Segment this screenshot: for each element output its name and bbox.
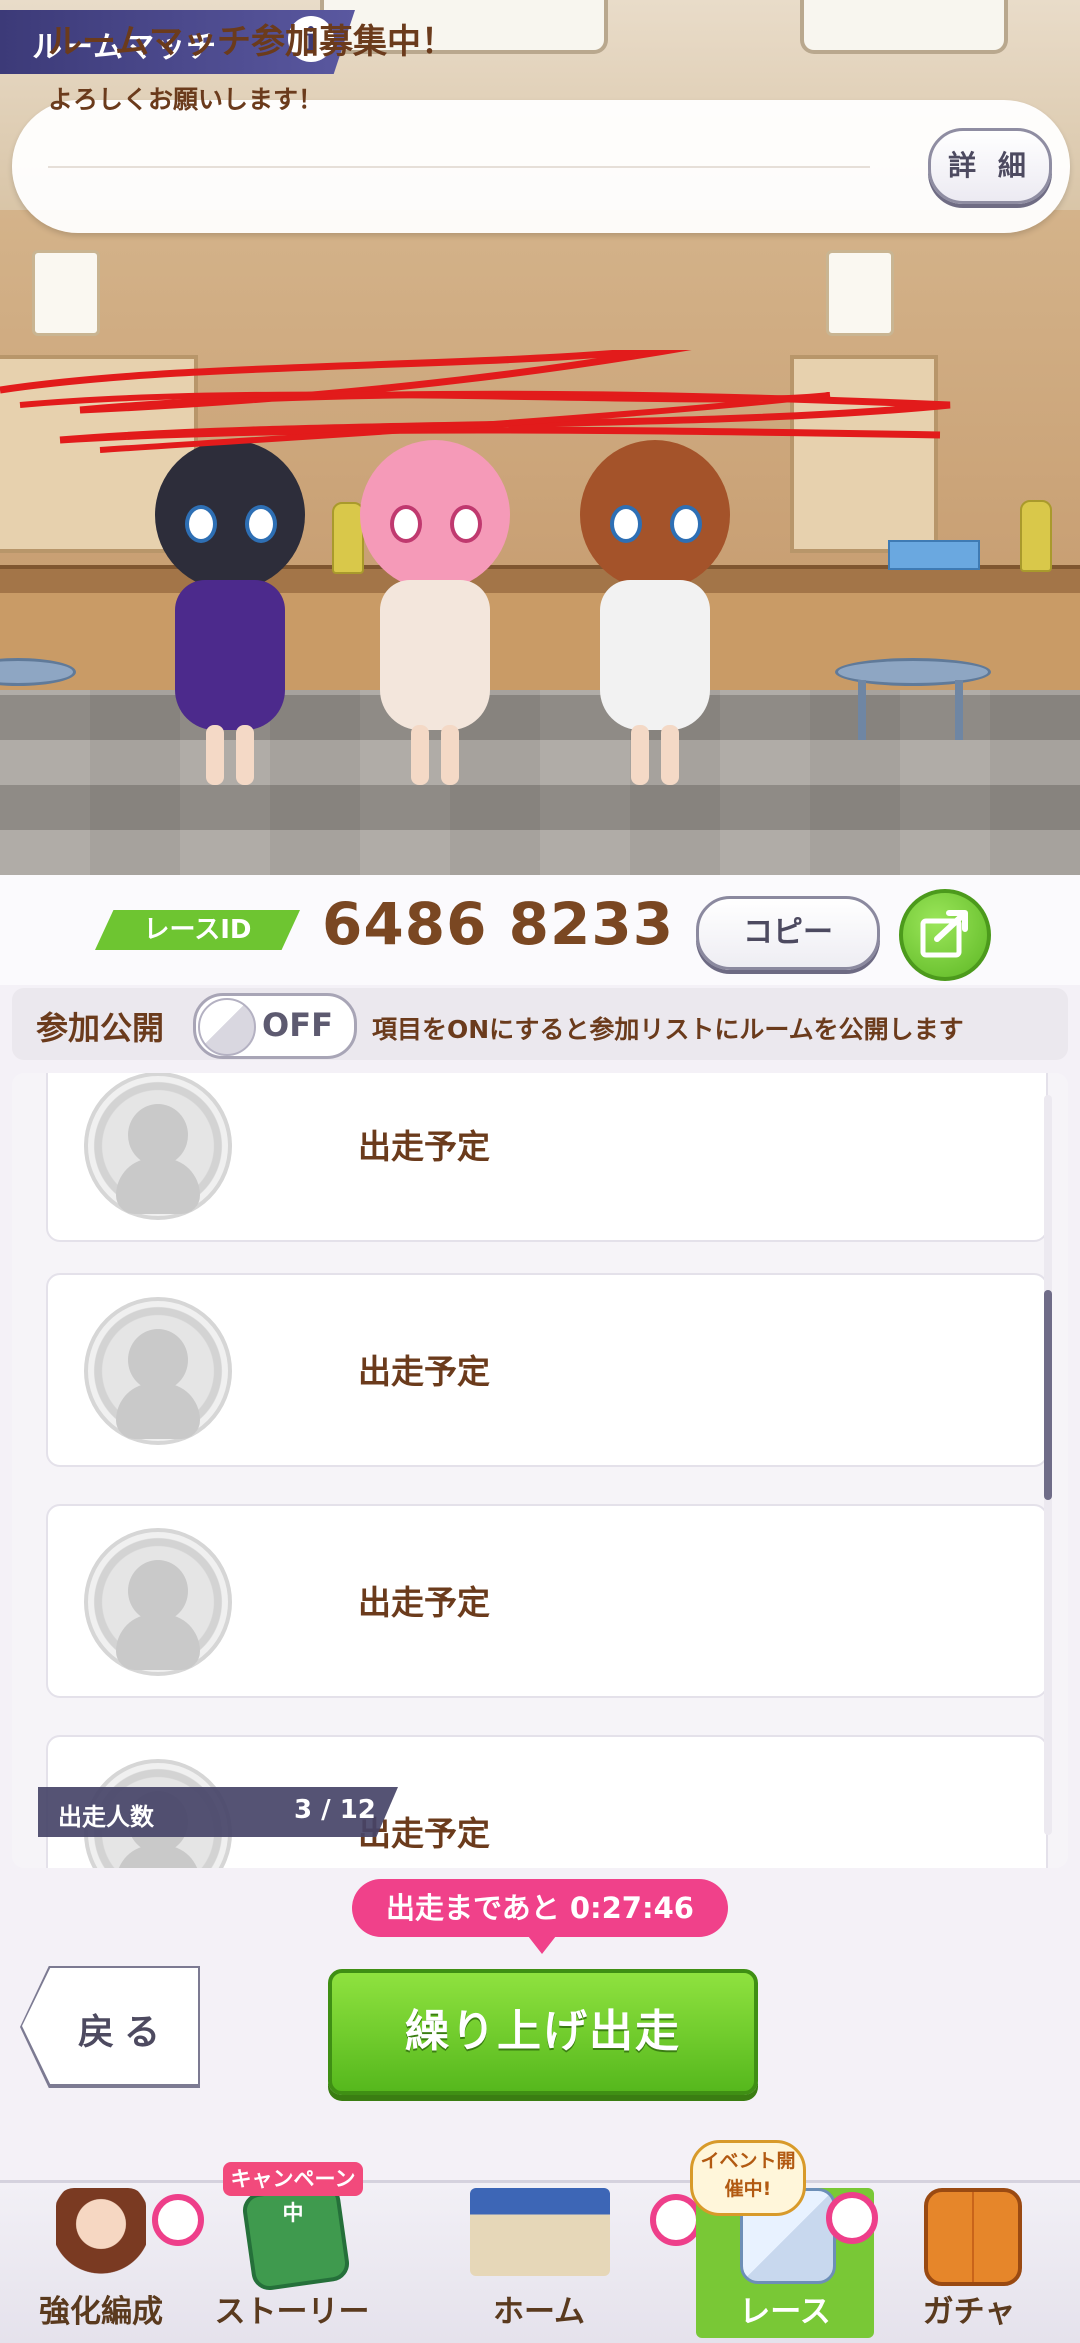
character-eye bbox=[450, 505, 482, 543]
room-message-title: ルームマッチ参加募集中！ bbox=[48, 22, 455, 62]
bottle bbox=[1020, 500, 1052, 572]
character-head bbox=[580, 440, 730, 590]
tissue-box bbox=[888, 540, 980, 570]
wall-lamp bbox=[826, 250, 894, 336]
character-eye bbox=[670, 505, 702, 543]
gacha-door-icon bbox=[924, 2188, 1022, 2286]
stool-leg bbox=[955, 680, 963, 740]
room-message-banner bbox=[12, 100, 1070, 233]
empty-avatar-icon bbox=[84, 1528, 232, 1676]
character-head bbox=[360, 440, 510, 590]
entry-status: 出走予定 bbox=[358, 1583, 490, 1622]
list-item[interactable]: 出走予定 bbox=[46, 1504, 1048, 1698]
share-icon bbox=[920, 910, 968, 958]
nav-item-label: ストーリー bbox=[214, 2294, 370, 2330]
character-black-hair bbox=[130, 430, 330, 790]
share-button[interactable] bbox=[899, 889, 991, 981]
character-dress bbox=[380, 580, 490, 730]
nav-item-label: レース bbox=[739, 2294, 831, 2330]
empty-avatar-icon bbox=[84, 1297, 232, 1445]
character-legs bbox=[405, 725, 465, 785]
ceiling-light bbox=[800, 0, 1008, 54]
character-legs bbox=[625, 725, 685, 785]
race-id-value: 6486 8233 bbox=[322, 890, 675, 958]
redaction-scribble bbox=[0, 350, 951, 453]
character-pink-hair bbox=[335, 430, 535, 790]
early-start-button[interactable]: 繰り上げ出走 bbox=[328, 1969, 758, 2095]
wall-lamp bbox=[32, 250, 100, 336]
entry-list[interactable]: 出走予定 出走予定 出走予定 出走予定 bbox=[12, 1073, 1068, 1868]
character-eye bbox=[185, 505, 217, 543]
list-scrollbar-thumb[interactable] bbox=[1044, 1290, 1052, 1500]
character-eye bbox=[245, 505, 277, 543]
nav-item-label: 強化編成 bbox=[39, 2294, 163, 2330]
character-eye bbox=[390, 505, 422, 543]
entry-status: 出走予定 bbox=[358, 1352, 490, 1391]
notification-badge-icon bbox=[826, 2192, 878, 2244]
character-brown-hair bbox=[555, 430, 755, 790]
character-outfit bbox=[600, 580, 710, 730]
copy-button[interactable]: コピー bbox=[696, 896, 880, 970]
runner-count-label: 出走人数 bbox=[58, 1803, 154, 1831]
race-id-label: レースID bbox=[95, 910, 300, 950]
toggle-state-text: OFF bbox=[262, 1006, 333, 1044]
character-dress bbox=[175, 580, 285, 730]
nav-item-label: ガチャ bbox=[922, 2294, 1016, 2330]
list-item[interactable]: 出走予定 bbox=[46, 1073, 1048, 1242]
entry-status: 出走予定 bbox=[358, 1127, 490, 1166]
school-building-icon bbox=[470, 2188, 610, 2276]
list-item[interactable]: 出走予定 bbox=[46, 1273, 1048, 1467]
event-tag: イベント開催中! bbox=[690, 2140, 806, 2216]
back-button-label[interactable]: 戻る bbox=[78, 2003, 170, 2055]
runner-count-value: 3 / 12 bbox=[294, 1795, 376, 1825]
character-head bbox=[155, 440, 305, 590]
nav-item-home[interactable]: ホーム bbox=[450, 2188, 702, 2338]
notification-badge-icon bbox=[152, 2194, 204, 2246]
nav-item-label: ホーム bbox=[492, 2294, 586, 2330]
character-eye bbox=[610, 505, 642, 543]
empty-avatar-icon bbox=[84, 1073, 232, 1220]
toggle-knob[interactable] bbox=[198, 998, 256, 1056]
stool-leg bbox=[858, 680, 866, 740]
nav-item-enhance[interactable]: 強化編成 bbox=[12, 2188, 204, 2338]
character-legs bbox=[200, 725, 260, 785]
room-message-text: よろしくお願いします！ bbox=[48, 85, 324, 114]
nav-item-gacha[interactable]: ガチャ bbox=[880, 2188, 1058, 2338]
public-setting-label: 参加公開 bbox=[36, 1009, 165, 1047]
character-icon bbox=[56, 2188, 146, 2278]
countdown-bubble: 出走まであと 0:27:46 bbox=[352, 1879, 728, 1937]
campaign-tag: キャンペーン中 bbox=[223, 2162, 363, 2225]
banner-divider bbox=[48, 166, 870, 168]
detail-button[interactable]: 詳 細 bbox=[928, 128, 1052, 204]
public-setting-description: 項目をONにすると参加リストにルームを公開します bbox=[372, 1015, 964, 1044]
countdown-bubble-tail bbox=[528, 1936, 556, 1954]
